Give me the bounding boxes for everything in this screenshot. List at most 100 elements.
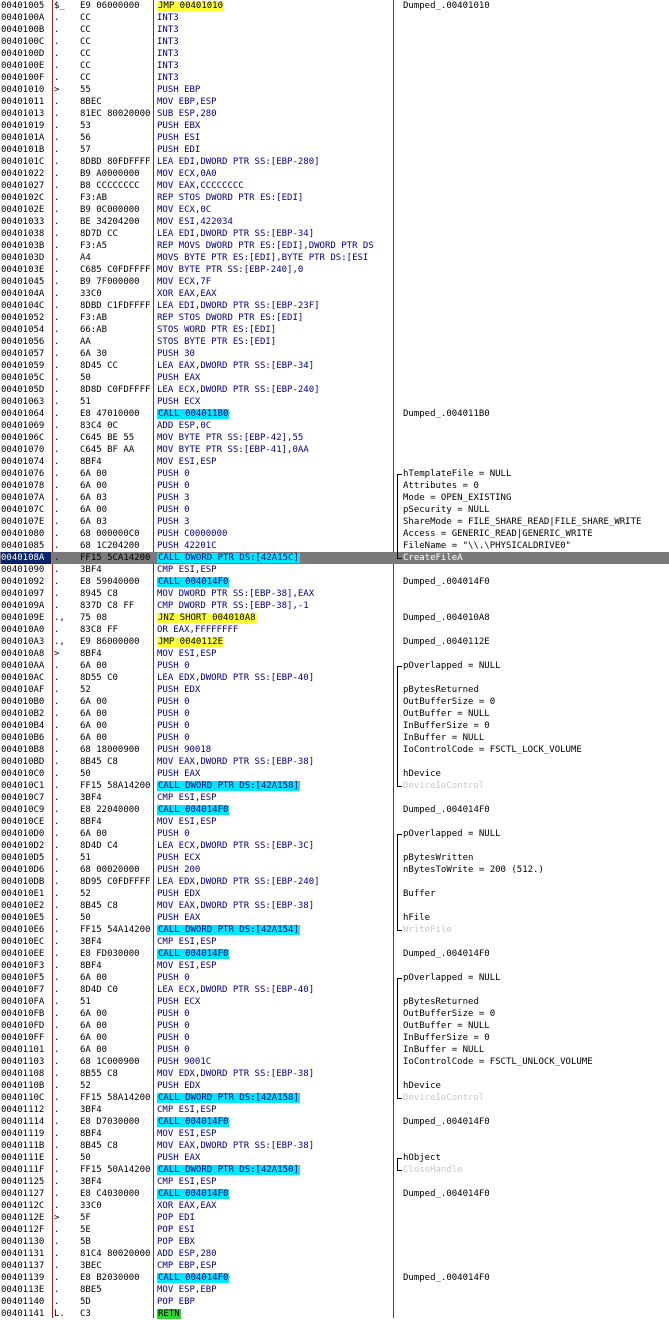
code-row[interactable]: 00401045. B9 7F000000 MOV ECX,7F <box>0 276 669 288</box>
code-row[interactable]: 00401033. BE 34204200 MOV ESI,422034 <box>0 216 669 228</box>
code-row[interactable]: 004010AC. 8D55 C0 LEA EDX,DWORD PTR SS:[EB… <box>0 672 669 684</box>
code-row[interactable]: 004010AF. 52 PUSH EDX pBytesReturned <box>0 684 669 696</box>
code-row[interactable]: 00401103. 68 1C000900 PUSH 9001C IoControlC… <box>0 1056 669 1068</box>
code-row[interactable]: 00401090. 3BF4 CMP ESI,ESP <box>0 564 669 576</box>
code-row[interactable]: 00401022. B9 A0000000 MOV ECX,0A0 <box>0 168 669 180</box>
code-row[interactable]: 0040109E., 75 08 JNZ SHORT 004010A8 Dumped_… <box>0 612 669 624</box>
code-row[interactable]: 004010D2. 8D4D C4 LEA ECX,DWORD PTR SS:[EB… <box>0 840 669 852</box>
code-row[interactable]: 0040100D. CC INT3 <box>0 48 669 60</box>
code-row[interactable]: 00401063. 51 PUSH ECX <box>0 396 669 408</box>
code-row[interactable]: 0040101A. 56 PUSH ESI <box>0 132 669 144</box>
code-row[interactable]: 00401141 L. C3 RETN <box>0 1308 669 1320</box>
code-row[interactable]: 00401064. E8 47010000 CALL 004011B0 Dumped_… <box>0 408 669 420</box>
code-row[interactable]: 00401125. 3BF4 CMP ESI,ESP <box>0 1176 669 1188</box>
code-row[interactable]: 0040105D. 8D8D C0FDFFFF LEA ECX,DWORD PTR … <box>0 384 669 396</box>
code-row[interactable]: 0040103D. A4 MOVS BYTE PTR ES:[EDI],BYTE P… <box>0 252 669 264</box>
code-row[interactable]: 004010C7. 3BF4 CMP ESI,ESP <box>0 792 669 804</box>
code-row[interactable]: 00401054. 66:AB STOS WORD PTR ES:[EDI] <box>0 324 669 336</box>
code-row[interactable]: 00401092. E8 59040000 CALL 004014F0 Dumped_… <box>0 576 669 588</box>
code-row[interactable]: 004010A3., E9 86000000 JMP 0040112E Dumped_… <box>0 636 669 648</box>
code-row[interactable]: 0040106C. C645 BE 55 MOV BYTE PTR SS:[EBP-… <box>0 432 669 444</box>
code-row[interactable]: 004010A0. 83C8 FF OR EAX,FFFFFFFF <box>0 624 669 636</box>
code-row[interactable]: 0040101B. 57 PUSH EDI <box>0 144 669 156</box>
code-row[interactable]: 0040104A. 33C0 XOR EAX,EAX <box>0 288 669 300</box>
code-row[interactable]: 004010D0. 6A 00 PUSH 0 pOverlapped = NULL <box>0 828 669 840</box>
code-row[interactable]: 00401052. F3:AB REP STOS DWORD PTR ES:[EDI… <box>0 312 669 324</box>
code-row[interactable]: 00401056. AA STOS BYTE PTR ES:[EDI] <box>0 336 669 348</box>
code-row[interactable]: 00401013. 81EC 80020000 SUB ESP,280 <box>0 108 669 120</box>
code-row[interactable]: 00401070. C645 BF AA MOV BYTE PTR SS:[EBP-… <box>0 444 669 456</box>
code-row[interactable]: 00401010 >55 PUSH EBP <box>0 84 669 96</box>
code-row[interactable]: 0040105C. 50 PUSH EAX <box>0 372 669 384</box>
code-row[interactable]: 004010E1. 52 PUSH EDX Buffer <box>0 888 669 900</box>
code-row[interactable]: 00401130. 5B POP EBX <box>0 1236 669 1248</box>
code-row[interactable]: 004010DB. 8D95 C0FDFFFF LEA EDX,DWORD PTR … <box>0 876 669 888</box>
code-row[interactable]: 00401019. 53 PUSH EBX <box>0 120 669 132</box>
code-row[interactable]: 004010E5. 50 PUSH EAX hFile <box>0 912 669 924</box>
code-row[interactable]: 004010C1. FF15 58A14200 CALL DWORD PTR DS:… <box>0 780 669 792</box>
code-row[interactable]: 00401114. E8 D7030000 CALL 004014F0 Dumped_… <box>0 1116 669 1128</box>
code-row[interactable]: 00401080. 68 000000C0 PUSH C0000000 Access … <box>0 528 669 540</box>
code-row[interactable]: 00401127. E8 C4030000 CALL 004014F0 Dumped_… <box>0 1188 669 1200</box>
code-row[interactable]: 004010F5. 6A 00 PUSH 0 pOverlapped = NULL <box>0 972 669 984</box>
code-row[interactable]: 004010FF. 6A 00 PUSH 0 InBufferSize = 0 <box>0 1032 669 1044</box>
code-row[interactable]: 004010E6. FF15 54A14200 CALL DWORD PTR DS:… <box>0 924 669 936</box>
code-row[interactable]: 0040102E. B9 0C000000 MOV ECX,0C <box>0 204 669 216</box>
code-row[interactable]: 0040100B. CC INT3 <box>0 24 669 36</box>
code-row[interactable]: 004010B2. 6A 00 PUSH 0 OutBuffer = NULL <box>0 708 669 720</box>
code-row[interactable]: 004010A8 >8BF4 MOV ESI,ESP <box>0 648 669 660</box>
code-row[interactable]: 004010EE. E8 FD030000 CALL 004014F0 Dumped_… <box>0 948 669 960</box>
code-row[interactable]: 00401119. 8BF4 MOV ESI,ESP <box>0 1128 669 1140</box>
code-row[interactable]: 004010B4. 6A 00 PUSH 0 InBufferSize = 0 <box>0 720 669 732</box>
code-row[interactable]: 00401108. 8B55 C8 MOV EDX,DWORD PTR SS:[EB… <box>0 1068 669 1080</box>
code-row[interactable]: 004010F7. 8D4D C0 LEA ECX,DWORD PTR SS:[EB… <box>0 984 669 996</box>
code-row[interactable]: 0040107E. 6A 03 PUSH 3 ShareMode = FILE_SHA… <box>0 516 669 528</box>
code-row[interactable]: 00401057. 6A 30 PUSH 30 <box>0 348 669 360</box>
code-row[interactable]: 00401059. 8D45 CC LEA EAX,DWORD PTR SS:[EB… <box>0 360 669 372</box>
code-row[interactable]: 0040100C. CC INT3 <box>0 36 669 48</box>
code-row[interactable]: 0040109A. 837D C8 FF CMP DWORD PTR SS:[EBP… <box>0 600 669 612</box>
code-row[interactable]: 0040111F. FF15 50A14200 CALL DWORD PTR DS:… <box>0 1164 669 1176</box>
code-row[interactable]: 00401011. 8BEC MOV EBP,ESP <box>0 96 669 108</box>
code-row[interactable]: 004010C0. 50 PUSH EAX hDevice <box>0 768 669 780</box>
code-row[interactable]: 004010B0. 6A 00 PUSH 0 OutBufferSize = 0 <box>0 696 669 708</box>
code-row[interactable]: 0040112F. 5E POP ESI <box>0 1224 669 1236</box>
code-row[interactable]: 0040102C. F3:AB REP STOS DWORD PTR ES:[EDI… <box>0 192 669 204</box>
code-row[interactable]: 004010FB. 6A 00 PUSH 0 OutBufferSize = 0 <box>0 1008 669 1020</box>
code-row[interactable]: 0040107C. 6A 00 PUSH 0 pSecurity = NULL <box>0 504 669 516</box>
code-row[interactable]: 004010FD. 6A 00 PUSH 0 OutBuffer = NULL <box>0 1020 669 1032</box>
code-row[interactable]: 004010BD. 8B45 C8 MOV EAX,DWORD PTR SS:[EB… <box>0 756 669 768</box>
code-row[interactable]: 00401027. B8 CCCCCCCC MOV EAX,CCCCCCCC <box>0 180 669 192</box>
code-row[interactable]: 004010B8. 68 18000900 PUSH 90018 IoControlC… <box>0 744 669 756</box>
code-row[interactable]: 00401078. 6A 00 PUSH 0 Attributes = 0 <box>0 480 669 492</box>
code-row[interactable]: 004010C9. E8 22040000 CALL 004014F0 Dumped_… <box>0 804 669 816</box>
code-row[interactable]: 004010AA. 6A 00 PUSH 0 pOverlapped = NULL <box>0 660 669 672</box>
code-row[interactable]: 004010F3. 8BF4 MOV ESI,ESP <box>0 960 669 972</box>
code-row[interactable]: 0040111B. 8B45 C8 MOV EAX,DWORD PTR SS:[EB… <box>0 1140 669 1152</box>
code-row[interactable]: 0040108A. FF15 5CA14200 CALL DWORD PTR DS:… <box>0 552 669 564</box>
code-row[interactable]: 00401097. 8945 C8 MOV DWORD PTR SS:[EBP-38… <box>0 588 669 600</box>
code-row[interactable]: 00401085. 68 1C204200 PUSH 42201C FileName … <box>0 540 669 552</box>
code-row[interactable]: 004010E2. 8B45 C8 MOV EAX,DWORD PTR SS:[EB… <box>0 900 669 912</box>
code-row[interactable]: 00401139. E8 B2030000 CALL 004014F0 Dumped_… <box>0 1272 669 1284</box>
code-row[interactable]: 00401101. 6A 00 PUSH 0 InBuffer = NULL <box>0 1044 669 1056</box>
code-row[interactable]: 00401076. 6A 00 PUSH 0 hTemplateFile = NULL <box>0 468 669 480</box>
code-row[interactable]: 0040110C. FF15 58A14200 CALL DWORD PTR DS:… <box>0 1092 669 1104</box>
code-row[interactable]: 0040100A. CC INT3 <box>0 12 669 24</box>
code-row[interactable]: 0040112C. 33C0 XOR EAX,EAX <box>0 1200 669 1212</box>
code-row[interactable]: 0040101C. 8DBD 80FDFFFF LEA EDI,DWORD PTR … <box>0 156 669 168</box>
code-row[interactable]: 0040104C. 8DBD C1FDFFFF LEA EDI,DWORD PTR … <box>0 300 669 312</box>
code-row[interactable]: 00401137. 3BEC CMP EBP,ESP <box>0 1260 669 1272</box>
code-row[interactable]: 00401112. 3BF4 CMP ESI,ESP <box>0 1104 669 1116</box>
code-row[interactable]: 00401140. 5D POP EBP <box>0 1296 669 1308</box>
code-row[interactable]: 0040100E. CC INT3 <box>0 60 669 72</box>
code-row[interactable]: 0040103E. C685 C0FDFFFF MOV BYTE PTR SS:[E… <box>0 264 669 276</box>
code-row[interactable]: 004010D5. 51 PUSH ECX pBytesWritten <box>0 852 669 864</box>
code-row[interactable]: 004010B6. 6A 00 PUSH 0 InBuffer = NULL <box>0 732 669 744</box>
code-row[interactable]: 00401131. 81C4 80020000 ADD ESP,280 <box>0 1248 669 1260</box>
code-row[interactable]: 00401069. 83C4 0C ADD ESP,0C <box>0 420 669 432</box>
disassembly-pane[interactable]: 00401005 $_ E9 06000000 JMP 00401010 Dumped_… <box>0 0 669 1320</box>
code-row[interactable]: 004010D6. 68 00020000 PUSH 200 nBytesToWrit… <box>0 864 669 876</box>
code-row[interactable]: 00401005 $_ E9 06000000 JMP 00401010 Dumped_… <box>0 0 669 12</box>
code-row[interactable]: 004010CE. 8BF4 MOV ESI,ESP <box>0 816 669 828</box>
